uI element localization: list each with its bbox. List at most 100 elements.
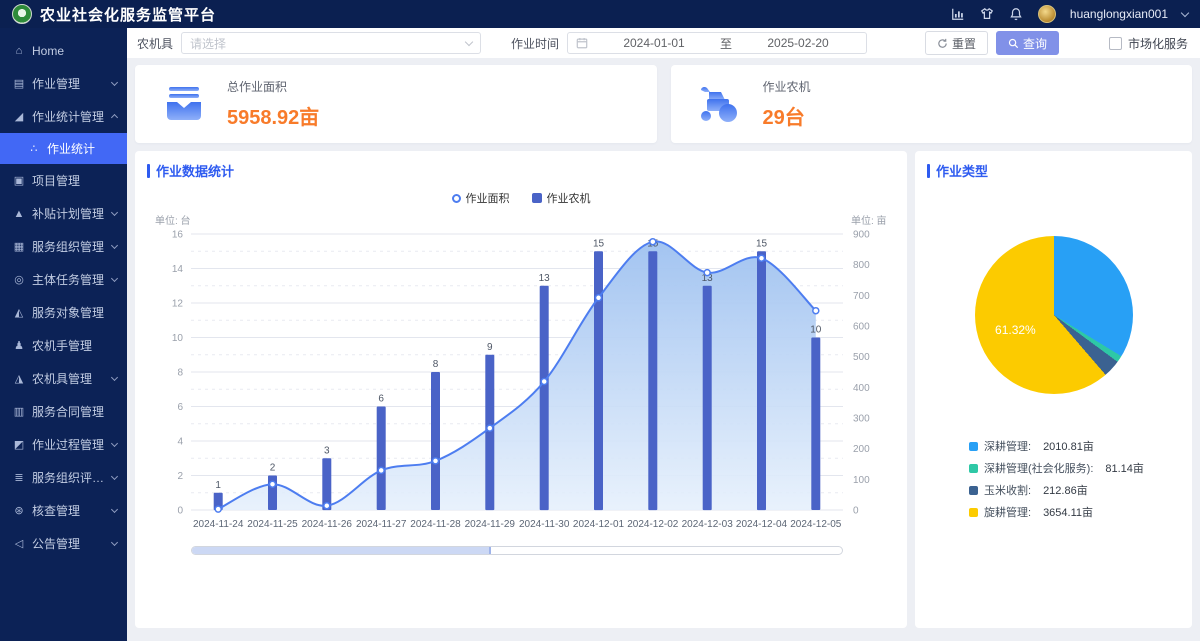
svg-text:2024-12-02: 2024-12-02 (627, 519, 679, 530)
sidebar-item-作业统计[interactable]: ∴作业统计 (0, 133, 127, 164)
sidebar-item-补贴计划管理[interactable]: ▲ 补贴计划管理 (0, 197, 127, 230)
chevron-down-icon (111, 275, 118, 282)
sidebar-item-作业统计管理[interactable]: ◢作业统计管理 (0, 100, 127, 133)
sidebar-item-label: 服务对象管理 (32, 304, 117, 321)
svg-text:6: 6 (177, 402, 183, 413)
stat-value: 29台 (763, 101, 811, 130)
sidebar-item-主体任务管理[interactable]: ◎ 主体任务管理 (0, 263, 127, 296)
svg-text:单位: 亩: 单位: 亩 (851, 214, 887, 227)
svg-text:600: 600 (853, 322, 870, 333)
legend-value: 212.86亩 (1043, 482, 1088, 498)
svg-text:2024-11-29: 2024-11-29 (465, 519, 516, 530)
market-service-checkbox[interactable] (1109, 37, 1122, 50)
pie-legend-item[interactable]: 旋耕管理:3654.11亩 (969, 504, 1180, 520)
svg-text:0: 0 (177, 506, 183, 517)
machinery-mgmt-icon: ◮ (11, 372, 27, 385)
svg-text:2: 2 (177, 471, 183, 482)
svg-text:2024-11-24: 2024-11-24 (193, 519, 244, 530)
user-avatar[interactable] (1038, 5, 1056, 23)
sidebar-item-服务组织评价管理[interactable]: ≣服务组织评价管理 (0, 461, 127, 494)
subsidy-plan-icon: ▲ (11, 208, 27, 220)
sidebar-item-label: 公告管理 (32, 535, 108, 552)
bar-series-marker-icon (532, 193, 542, 203)
sidebar-item-label: 补贴计划管理 (32, 205, 108, 222)
date-start[interactable]: 2024-01-01 (594, 36, 714, 50)
legend-item-machines[interactable]: 作业农机 (532, 190, 591, 206)
sidebar-item-服务对象管理[interactable]: ◭ 服务对象管理 (0, 296, 127, 329)
sidebar-item-label: 核查管理 (32, 502, 108, 519)
notifications-icon[interactable] (1009, 7, 1024, 22)
theme-icon[interactable] (980, 7, 995, 22)
datazoom-fill[interactable] (192, 547, 491, 554)
sidebar-item-服务合同管理[interactable]: ▥服务合同管理 (0, 395, 127, 428)
svg-text:2024-11-30: 2024-11-30 (519, 519, 570, 530)
pie-legend-item[interactable]: 深耕管理:2010.81亩 (969, 438, 1180, 454)
svg-text:12: 12 (172, 299, 184, 310)
verification-mgmt-icon: ⊛ (11, 504, 27, 517)
legend-value: 81.14亩 (1105, 460, 1144, 476)
svg-text:2: 2 (270, 463, 276, 474)
org-evaluation-icon: ≣ (11, 471, 27, 484)
svg-text:15: 15 (756, 238, 768, 249)
svg-text:700: 700 (853, 291, 870, 302)
sidebar-item-作业过程管理[interactable]: ◩作业过程管理 (0, 428, 127, 461)
sidebar-item-农机具管理[interactable]: ◮农机具管理 (0, 362, 127, 395)
user-menu-chevron-icon[interactable] (1181, 8, 1189, 16)
analytics-icon[interactable] (951, 7, 966, 22)
svg-text:10: 10 (172, 333, 184, 344)
sidebar-item-农机手管理[interactable]: ♟农机手管理 (0, 329, 127, 362)
section-accent-bar (927, 164, 930, 178)
legend-item-area[interactable]: 作业面积 (452, 190, 510, 206)
legend-label: 深耕管理: (984, 438, 1031, 454)
sidebar-item-Home[interactable]: ⌂Home (0, 34, 127, 67)
chevron-down-icon (111, 506, 118, 513)
app-header: 农业社会化服务监管平台 huanglongxian001 (0, 0, 1200, 28)
pie-legend-item[interactable]: 玉米收割:212.86亩 (969, 482, 1180, 498)
svg-text:800: 800 (853, 260, 870, 271)
svg-text:0: 0 (853, 506, 859, 517)
home-icon: ⌂ (11, 45, 27, 57)
chevron-down-icon (111, 374, 118, 381)
sidebar-item-label: 作业统计 (47, 140, 117, 157)
subject-task-icon: ◎ (11, 273, 27, 286)
sidebar-item-服务组织管理[interactable]: ▦服务组织管理 (0, 230, 127, 263)
pie-legend-item[interactable]: 深耕管理(社会化服务):81.14亩 (969, 460, 1180, 476)
svg-text:200: 200 (853, 444, 870, 455)
tractor-icon (697, 84, 743, 124)
market-service-checkbox-wrap[interactable]: 市场化服务 (1109, 35, 1188, 52)
sidebar-item-项目管理[interactable]: ▣项目管理 (0, 164, 127, 197)
datazoom-slider[interactable] (191, 546, 843, 555)
svg-text:14: 14 (172, 264, 184, 275)
sidebar-item-作业管理[interactable]: ▤ 作业管理 (0, 67, 127, 100)
pie-chart-panel: 作业类型 61.32% 深耕管理:2010.81亩深耕管理(社会化服务):81.… (915, 151, 1192, 628)
combo-chart-svg[interactable]: 0246810121416010020030040050060070080090… (147, 208, 895, 540)
sidebar-item-label: 作业过程管理 (32, 436, 108, 453)
username[interactable]: huanglongxian001 (1070, 7, 1168, 21)
service-target-icon: ◭ (11, 306, 27, 319)
sidebar-item-公告管理[interactable]: ◁公告管理 (0, 527, 127, 560)
sidebar-item-label: 主体任务管理 (32, 271, 108, 288)
chevron-down-icon (465, 37, 473, 45)
work-mgmt-icon: ▤ (11, 77, 27, 90)
combo-chart-title: 作业数据统计 (156, 161, 234, 180)
date-end[interactable]: 2025-02-20 (738, 36, 858, 50)
svg-text:1: 1 (215, 480, 221, 491)
app-title: 农业社会化服务监管平台 (40, 4, 216, 25)
svg-text:2024-11-27: 2024-11-27 (356, 519, 407, 530)
pie-chart[interactable]: 61.32% (975, 236, 1133, 394)
svg-text:10: 10 (810, 325, 822, 336)
chevron-down-icon (111, 440, 118, 447)
sidebar-item-核查管理[interactable]: ⊛ 核查管理 (0, 494, 127, 527)
legend-swatch-icon (969, 464, 978, 473)
sidebar-item-label: 作业管理 (32, 75, 108, 92)
machine-select[interactable]: 请选择 (181, 32, 481, 54)
svg-text:8: 8 (433, 359, 439, 370)
calendar-icon (576, 37, 588, 49)
pie-chart-title: 作业类型 (936, 161, 988, 180)
machine-select-placeholder: 请选择 (190, 35, 466, 52)
chevron-down-icon (111, 79, 118, 86)
stats-row: 总作业面积 5958.92亩 作业农机 29台 (127, 58, 1200, 143)
date-range-picker[interactable]: 2024-01-01 至 2025-02-20 (567, 32, 867, 54)
reset-button[interactable]: 重置 (925, 31, 988, 55)
search-button[interactable]: 查询 (996, 31, 1059, 55)
